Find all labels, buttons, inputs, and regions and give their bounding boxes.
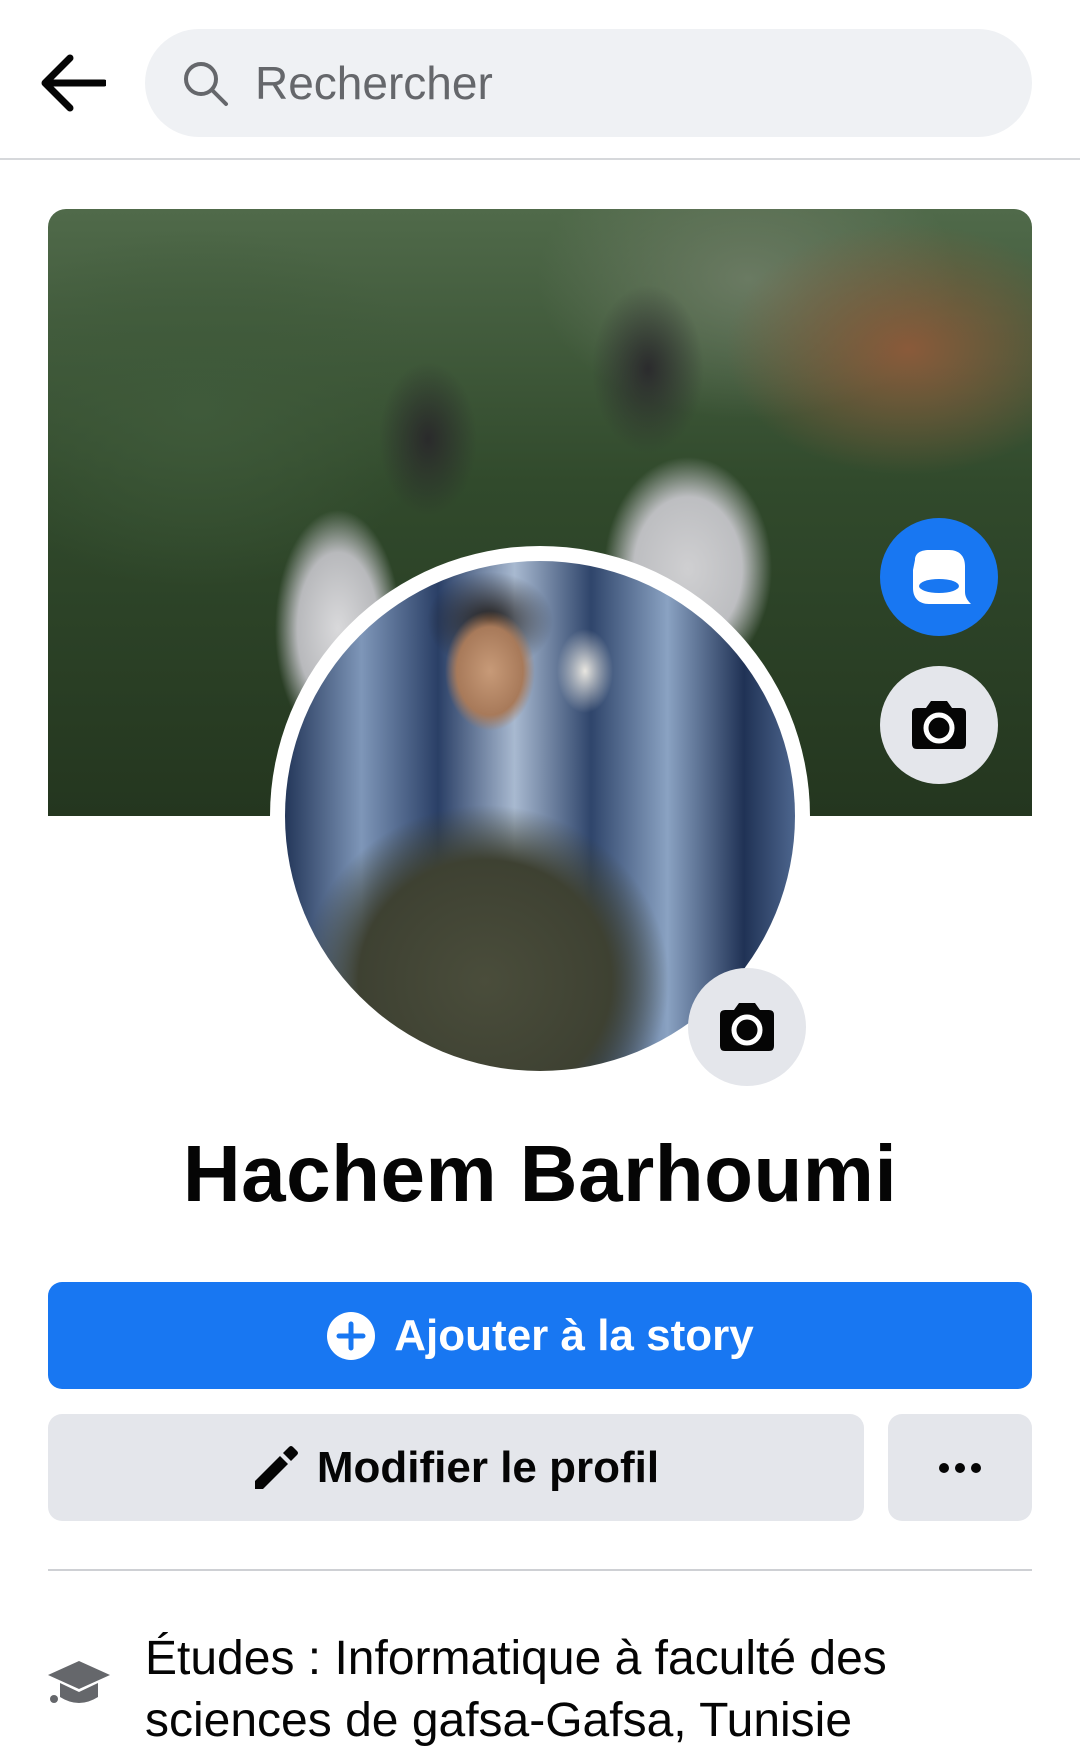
add-to-story-button[interactable]: Ajouter à la story (48, 1282, 1032, 1389)
camera-icon (720, 1003, 774, 1051)
education-line-1: Études : Informatique à faculté des (145, 1632, 887, 1685)
more-options-button[interactable] (888, 1414, 1032, 1521)
avatar-icon (913, 550, 971, 604)
search-icon (184, 62, 228, 106)
avatar-button[interactable] (880, 518, 998, 636)
search-bar[interactable] (145, 29, 1032, 137)
edit-profile-button[interactable]: Modifier le profil (48, 1414, 864, 1521)
edit-profile-label: Modifier le profil (316, 1442, 660, 1492)
profile-name: Hachem Barhoumi (182, 1129, 898, 1218)
arrow-left-icon (41, 54, 106, 112)
top-bar (0, 0, 1080, 160)
education-line-2: sciences de gafsa-Gafsa, Tunisie (145, 1694, 853, 1747)
edit-profile-picture-button[interactable] (688, 968, 806, 1086)
search-input[interactable] (253, 55, 1013, 111)
add-to-story-label: Ajouter à la story (394, 1310, 754, 1360)
more-icon (939, 1462, 981, 1473)
edit-cover-photo-button[interactable] (880, 666, 998, 784)
camera-icon (912, 701, 966, 749)
graduation-cap-icon (48, 1661, 110, 1703)
section-divider (48, 1569, 1032, 1571)
education-info: Études : Informatique à faculté des scie… (145, 1628, 1045, 1752)
pencil-icon (254, 1445, 298, 1489)
plus-circle-icon (327, 1311, 376, 1360)
back-button[interactable] (30, 40, 116, 126)
